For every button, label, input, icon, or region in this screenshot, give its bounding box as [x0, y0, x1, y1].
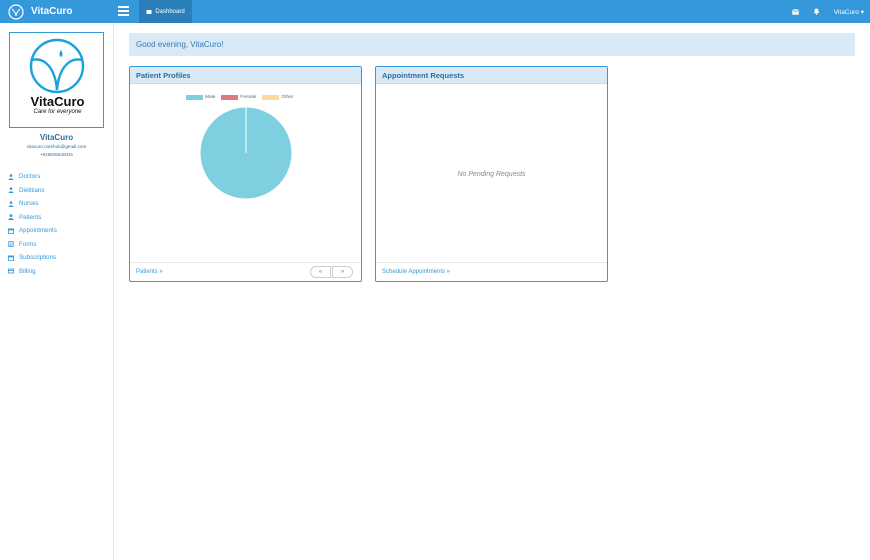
legend-label: Other	[281, 95, 294, 100]
sidebar: VitaCuro Care for everyone VitaCuro vita…	[0, 23, 114, 560]
user-menu[interactable]: VitaCuro ▾	[834, 8, 864, 16]
pager: « »	[310, 266, 353, 278]
patients-link[interactable]: Patients »	[136, 269, 163, 275]
user-md-icon	[8, 174, 14, 180]
sidebar-item-label: Subscriptions	[19, 254, 57, 262]
legend-swatch-other	[262, 95, 280, 100]
legend-item-female[interactable]: Female	[221, 95, 256, 100]
profile-phone: +919845540031	[39, 152, 74, 157]
brand-name: VitaCuro	[31, 6, 73, 17]
patients-link-label: Patients	[136, 269, 158, 275]
sidebar-nav: Doctors Dietitians Nurses Patients Appoi…	[8, 170, 57, 278]
brand[interactable]: VitaCuro	[8, 3, 73, 20]
sidebar-item-label: Dietitians	[19, 186, 45, 194]
sidebar-item-label: Billing	[19, 267, 36, 275]
logo-tagline: Care for everyone	[33, 109, 82, 115]
schedule-appointments-link[interactable]: Schedule Appointments »	[382, 269, 450, 275]
legend-swatch-female	[221, 95, 239, 100]
empty-state-message: No Pending Requests	[457, 171, 526, 178]
legend-item-other[interactable]: Other	[262, 95, 293, 100]
caret-down-icon: ▾	[860, 8, 864, 16]
user-md-icon	[8, 201, 14, 207]
sidebar-item-subscriptions[interactable]: Subscriptions	[8, 251, 57, 265]
legend-swatch-male	[186, 95, 203, 100]
panel-title: Patient Profiles	[130, 67, 361, 84]
panel-title: Appointment Requests	[376, 67, 607, 84]
chevron-right-icon: »	[446, 269, 451, 275]
sidebar-item-doctors[interactable]: Doctors	[8, 170, 57, 184]
legend-label: Male	[205, 95, 216, 100]
user-menu-label: VitaCuro	[833, 8, 859, 16]
appointment-requests-panel: Appointment Requests No Pending Requests…	[375, 66, 608, 282]
sidebar-item-label: Appointments	[19, 227, 57, 235]
greeting-banner: Good evening, VitaCuro!	[129, 33, 855, 56]
next-page-button[interactable]: »	[332, 266, 353, 278]
user-md-icon	[8, 187, 14, 194]
menu-toggle-icon[interactable]	[118, 6, 129, 17]
dashboard-icon	[146, 9, 152, 14]
logo-card: VitaCuro Care for everyone	[9, 32, 104, 128]
sidebar-item-nurses[interactable]: Nurses	[8, 197, 57, 211]
sidebar-item-patients[interactable]: Patients	[8, 211, 57, 225]
logo-title: VitaCuro	[30, 94, 85, 109]
schedule-appointments-label: Schedule Appointments	[382, 269, 446, 275]
dashboard-tab-label: Dashboard	[155, 8, 185, 15]
sidebar-item-label: Doctors	[19, 173, 41, 181]
legend-item-male[interactable]: Male	[186, 95, 215, 100]
sidebar-item-label: Nurses	[19, 200, 39, 208]
sidebar-item-billing[interactable]: Billing	[8, 265, 57, 279]
brand-logo-icon	[8, 3, 24, 20]
dashboard-tab[interactable]: Dashboard	[139, 0, 192, 23]
legend-label: Female	[240, 95, 257, 100]
chevron-right-icon: »	[159, 269, 163, 275]
panel-footer: Schedule Appointments »	[376, 262, 607, 281]
top-navbar: VitaCuro Dashboard VitaCuro ▾	[0, 0, 870, 23]
calendar-icon	[8, 255, 14, 261]
chart-legend: Male Female Other	[186, 95, 293, 100]
vitacuro-logo-icon	[29, 38, 85, 93]
patient-profiles-panel: Patient Profiles Male Female Other Patie…	[129, 66, 362, 282]
patient-gender-pie-chart	[200, 107, 292, 199]
bell-icon[interactable]	[813, 8, 820, 15]
sidebar-item-dietitians[interactable]: Dietitians	[8, 184, 57, 198]
sidebar-item-appointments[interactable]: Appointments	[8, 224, 57, 238]
form-icon	[8, 241, 14, 248]
panel-footer: Patients » « »	[130, 262, 361, 281]
sidebar-item-forms[interactable]: Forms	[8, 238, 57, 252]
user-icon	[8, 214, 14, 221]
sidebar-item-label: Patients	[19, 213, 42, 221]
envelope-icon[interactable]	[791, 8, 799, 15]
calendar-icon	[8, 228, 14, 234]
credit-card-icon	[8, 268, 14, 274]
profile-email: vitacuro.carehub@gmail.com	[26, 144, 87, 149]
prev-page-button[interactable]: «	[310, 266, 331, 278]
profile-name: VitaCuro	[39, 133, 74, 142]
sidebar-item-label: Forms	[19, 240, 37, 248]
